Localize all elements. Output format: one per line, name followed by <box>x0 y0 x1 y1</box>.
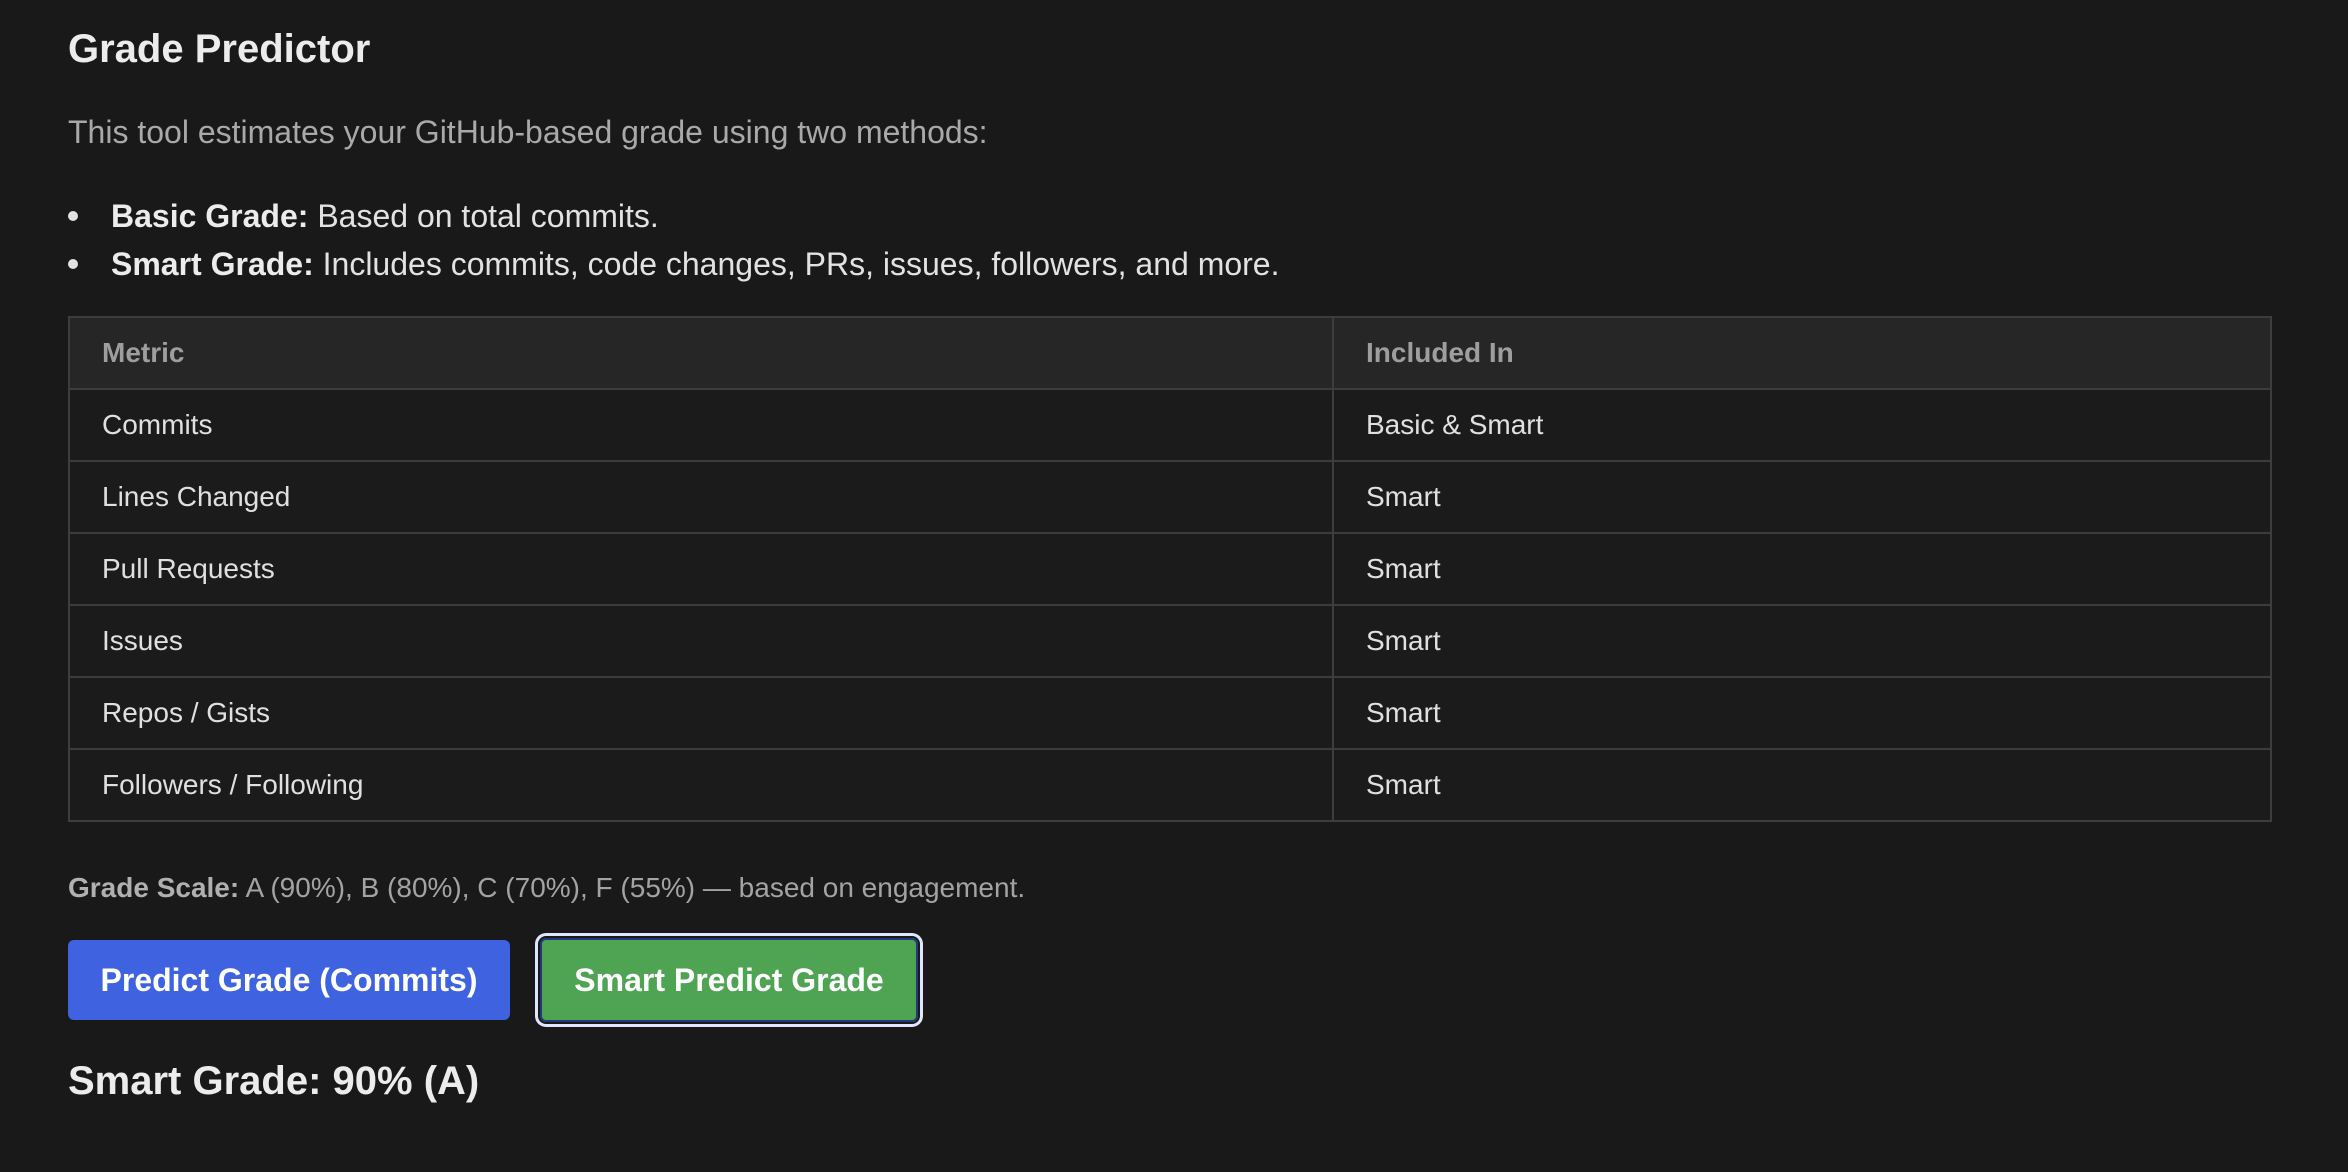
method-item-smart: Smart Grade: Includes commits, code chan… <box>68 240 1279 288</box>
included-in-cell: Smart <box>1332 676 2272 750</box>
metric-cell: Followers / Following <box>68 748 1334 822</box>
predict-grade-commits-button[interactable]: Predict Grade (Commits) <box>68 940 510 1020</box>
method-description: Includes commits, code changes, PRs, iss… <box>322 246 1280 282</box>
page-title: Grade Predictor <box>68 27 371 71</box>
grade-result: Smart Grade: 90% (A) <box>68 1059 480 1103</box>
metric-cell: Issues <box>68 604 1334 678</box>
method-description: Based on total commits. <box>317 198 659 234</box>
metric-cell: Lines Changed <box>68 460 1334 534</box>
table-row: Lines Changed Smart <box>68 460 2272 534</box>
intro-text: This tool estimates your GitHub-based gr… <box>68 114 988 150</box>
page: Grade Predictor This tool estimates your… <box>0 0 2348 1172</box>
bullet-icon <box>68 259 78 269</box>
table-row: Pull Requests Smart <box>68 532 2272 606</box>
grade-scale-label: Grade Scale: <box>68 872 240 903</box>
table-row: Issues Smart <box>68 604 2272 678</box>
included-in-cell: Smart <box>1332 532 2272 606</box>
method-label: Basic Grade: <box>111 198 309 234</box>
column-header-included-in: Included In <box>1332 316 2272 390</box>
method-item-basic: Basic Grade: Based on total commits. <box>68 192 1279 240</box>
bullet-icon <box>68 211 78 221</box>
metric-cell: Repos / Gists <box>68 676 1334 750</box>
column-header-metric: Metric <box>68 316 1334 390</box>
grade-scale-text: A (90%), B (80%), C (70%), F (55%) — bas… <box>245 872 1026 903</box>
included-in-cell: Smart <box>1332 748 2272 822</box>
table-row: Commits Basic & Smart <box>68 388 2272 462</box>
method-list: Basic Grade: Based on total commits. Sma… <box>68 192 1279 288</box>
included-in-cell: Basic & Smart <box>1332 388 2272 462</box>
table-row: Followers / Following Smart <box>68 748 2272 822</box>
included-in-cell: Smart <box>1332 604 2272 678</box>
method-label: Smart Grade: <box>111 246 314 282</box>
included-in-cell: Smart <box>1332 460 2272 534</box>
metrics-table: Metric Included In Commits Basic & Smart… <box>68 316 2272 822</box>
table-row: Repos / Gists Smart <box>68 676 2272 750</box>
grade-scale: Grade Scale: A (90%), B (80%), C (70%), … <box>68 870 1025 906</box>
table-header-row: Metric Included In <box>68 316 2272 390</box>
metric-cell: Pull Requests <box>68 532 1334 606</box>
smart-predict-grade-button[interactable]: Smart Predict Grade <box>540 938 918 1022</box>
metric-cell: Commits <box>68 388 1334 462</box>
